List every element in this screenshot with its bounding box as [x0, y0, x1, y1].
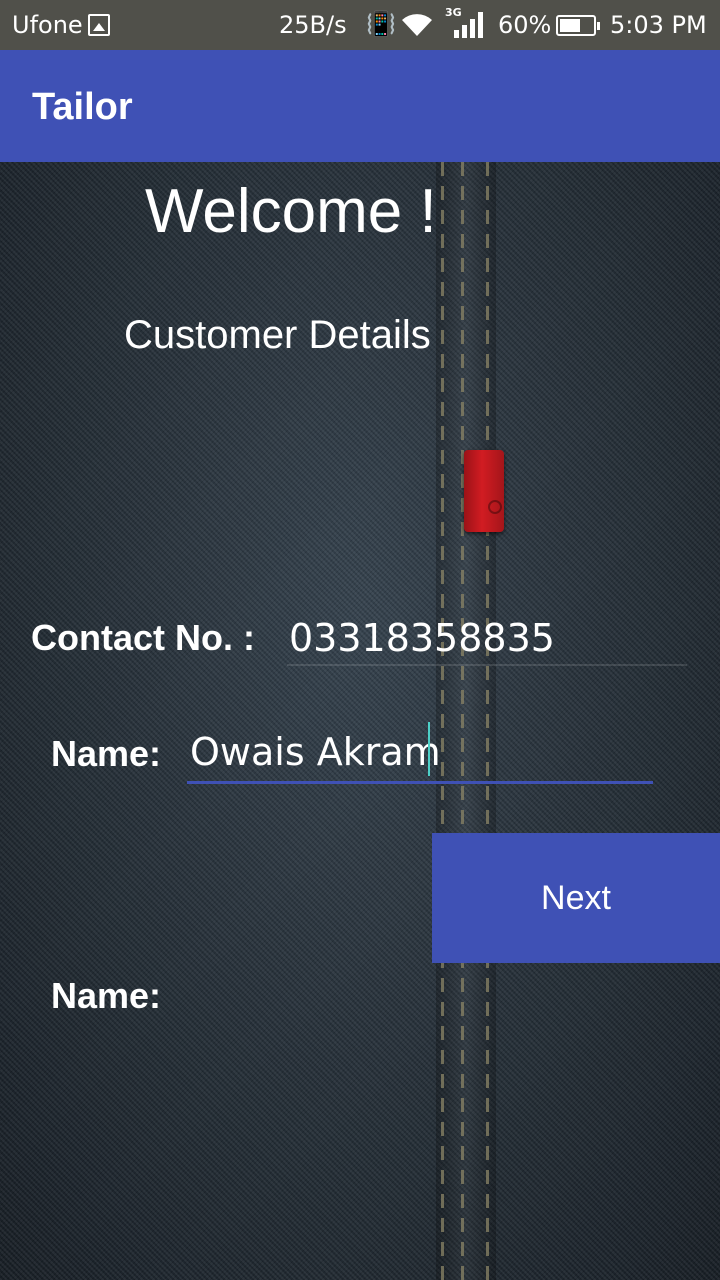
customer-details-heading: Customer Details [124, 313, 431, 357]
contact-number-value[interactable]: 03318358835 [289, 616, 555, 660]
stitch-line [441, 162, 444, 1280]
second-name-label: Name: [51, 975, 162, 1016]
carrier-name: Ufone [12, 11, 83, 39]
contact-label: Contact No. : [31, 617, 255, 658]
next-button[interactable]: Next [432, 833, 720, 963]
clock: 5:03 PM [610, 11, 707, 39]
name-input[interactable] [187, 722, 653, 784]
text-cursor [428, 722, 430, 776]
red-label-tab [464, 450, 504, 532]
vibrate-icon: 📳 [366, 10, 396, 38]
status-bar: Ufone 25B/s 📳 3G 60% 5:03 PM [0, 0, 720, 50]
battery-percent: 60% [498, 11, 552, 39]
network-speed: 25B/s [279, 11, 347, 39]
app-bar: Tailor [0, 50, 720, 162]
app-title: Tailor [32, 86, 133, 128]
name-label: Name: [51, 733, 162, 774]
stitch-line [486, 162, 489, 1280]
welcome-heading: Welcome ! [145, 177, 437, 246]
wifi-icon [402, 14, 432, 36]
battery-icon [556, 15, 600, 36]
contact-underline [287, 664, 687, 666]
image-icon [88, 14, 110, 36]
stitch-line [461, 162, 464, 1280]
signal-icon [454, 12, 483, 38]
